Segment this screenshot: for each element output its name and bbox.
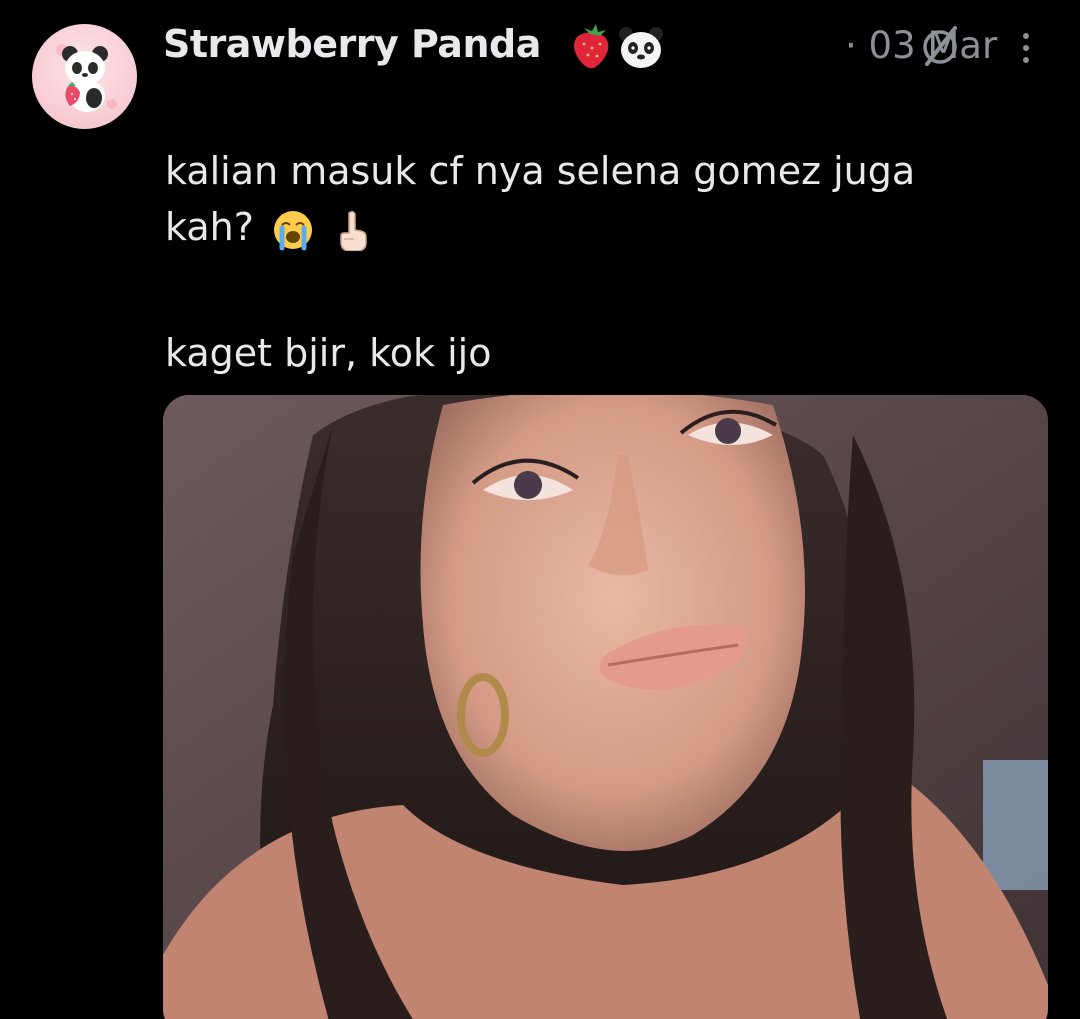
more-vertical-icon[interactable] — [1008, 28, 1044, 68]
panda-avatar-illustration — [56, 44, 117, 112]
strawberry-icon — [574, 24, 609, 69]
tweet-line-1: kalian masuk cf nya selena gomez juga — [165, 149, 916, 193]
tweet-line-2: kah? — [165, 199, 1045, 255]
tweet-media-image[interactable] — [163, 395, 1048, 1019]
index-pointing-up-icon — [340, 210, 367, 251]
grok-icon[interactable] — [915, 20, 965, 70]
author-avatar[interactable] — [32, 24, 137, 129]
separator-dot: · — [845, 24, 857, 67]
panda-icon — [619, 27, 663, 68]
tweet-header: Strawberry Panda · 03 Mar — [163, 20, 1080, 76]
author-name-emojis — [568, 22, 668, 72]
tweet-line-2-text: kah? — [165, 205, 254, 249]
media-photo — [163, 395, 1048, 1019]
tweet-line-3: kaget bjir, kok ijo — [165, 331, 492, 375]
author-display-name[interactable]: Strawberry Panda — [163, 22, 541, 66]
crying-face-icon — [273, 210, 312, 250]
tweet-text: kalian masuk cf nya selena gomez juga ka… — [165, 143, 1045, 381]
